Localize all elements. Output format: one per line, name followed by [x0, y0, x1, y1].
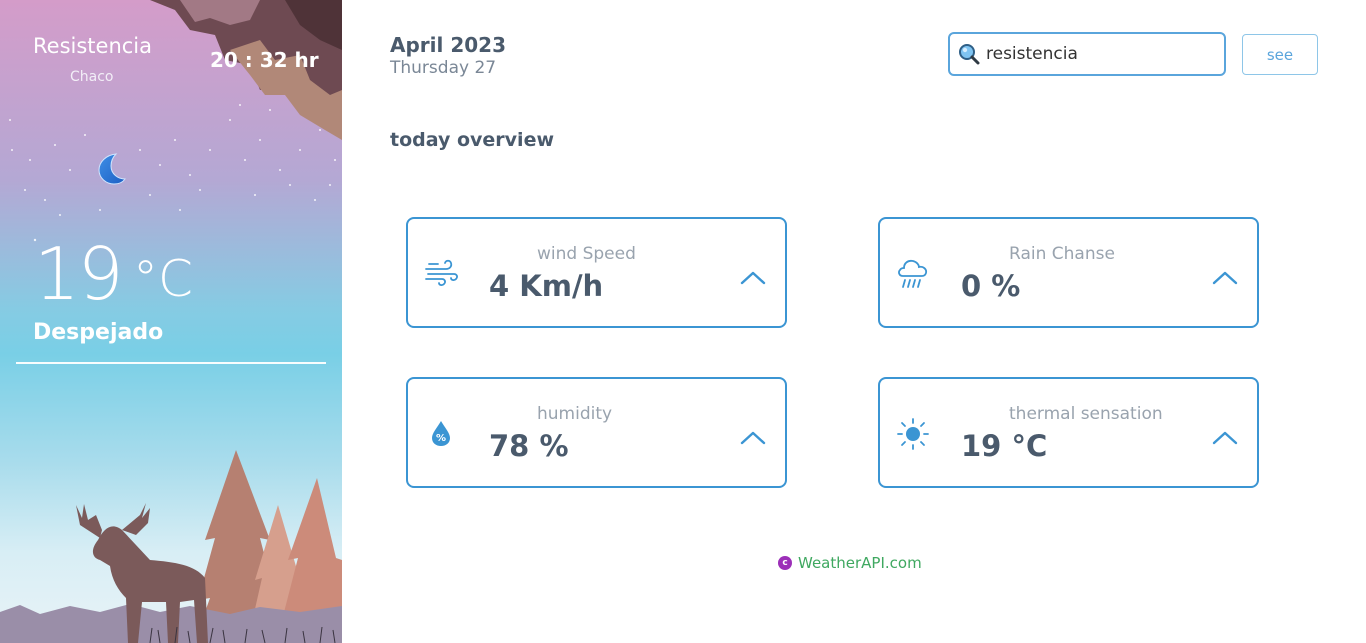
weather-condition: Despejado — [33, 320, 164, 345]
search-icon — [959, 44, 980, 65]
local-time: 20 : 32 hr — [210, 48, 319, 72]
search-box[interactable] — [948, 32, 1226, 76]
wind-icon — [425, 259, 458, 286]
search-input[interactable] — [986, 44, 1216, 64]
wind-speed-card: wind Speed 4 Km/h — [406, 217, 787, 328]
stars — [9, 104, 336, 242]
moon-icon — [98, 153, 126, 185]
chevron-up-icon[interactable] — [1211, 427, 1239, 449]
chevron-up-icon[interactable] — [739, 427, 767, 449]
location-panel: Resistencia Chaco 20 : 32 hr 19 °C Despe… — [0, 0, 342, 643]
svg-text:%: % — [436, 433, 446, 444]
humidity-value: 78 % — [489, 429, 569, 463]
current-temperature: 19 — [34, 232, 124, 316]
thermal-sensation-label: thermal sensation — [1009, 404, 1163, 424]
humidity-drop-icon: % — [432, 421, 450, 446]
weekday-day: Thursday 27 — [390, 58, 497, 78]
thermal-sensation-card: thermal sensation 19 °C — [878, 377, 1259, 488]
api-credit-link[interactable]: WeatherAPI.com — [798, 554, 922, 572]
humidity-card: % humidity 78 % — [406, 377, 787, 488]
region-name: Chaco — [70, 69, 114, 85]
rain-cloud-icon — [898, 259, 928, 288]
chevron-up-icon[interactable] — [739, 267, 767, 289]
wind-speed-value: 4 Km/h — [489, 269, 604, 303]
see-button[interactable]: see — [1242, 34, 1318, 75]
rain-chance-card: Rain Chanse 0 % — [878, 217, 1259, 328]
month-year: April 2023 — [390, 33, 506, 57]
overview-title: today overview — [390, 129, 555, 151]
rain-chance-value: 0 % — [961, 269, 1021, 303]
api-credit[interactable]: c WeatherAPI.com — [778, 554, 922, 572]
humidity-label: humidity — [537, 404, 613, 424]
chevron-up-icon[interactable] — [1211, 267, 1239, 289]
thermal-sensation-value: 19 °C — [961, 429, 1048, 463]
city-name: Resistencia — [33, 34, 152, 58]
wind-speed-label: wind Speed — [537, 244, 636, 264]
sun-icon — [897, 418, 929, 450]
temperature-unit: °C — [133, 250, 193, 308]
copyright-icon: c — [778, 556, 792, 570]
rain-chance-label: Rain Chanse — [1009, 244, 1115, 264]
divider — [16, 362, 326, 364]
